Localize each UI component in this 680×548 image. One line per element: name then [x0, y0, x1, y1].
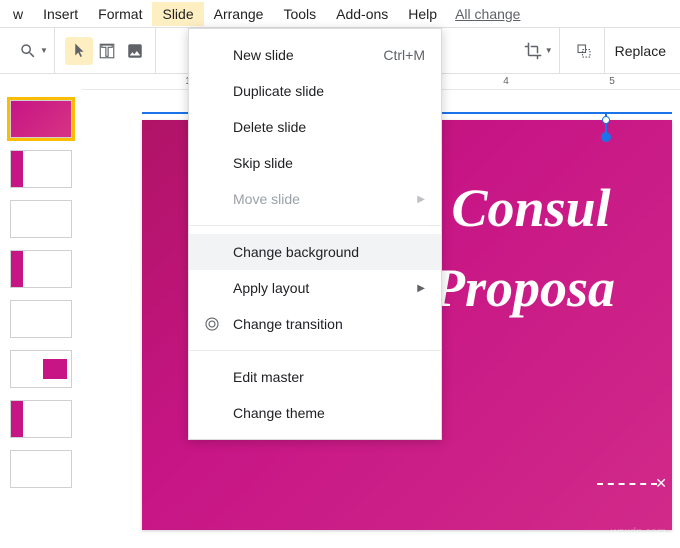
slide-title-line2[interactable]: Proposa — [432, 255, 615, 323]
menu-label: Delete slide — [233, 119, 306, 135]
slide-thumbnails — [0, 90, 82, 548]
ruler-mark: 4 — [503, 76, 509, 87]
zoom-icon[interactable] — [14, 37, 42, 65]
caret-down-icon[interactable]: ▼ — [40, 46, 48, 55]
image-tool-icon[interactable] — [121, 37, 149, 65]
menu-arrange[interactable]: Arrange — [204, 2, 274, 26]
slide-thumb-2[interactable] — [10, 150, 72, 188]
slide-thumb-6[interactable] — [10, 350, 72, 388]
menu-addons[interactable]: Add-ons — [326, 2, 398, 26]
dashed-line — [597, 483, 657, 485]
ruler-mark: 5 — [609, 76, 615, 87]
slide-thumb-1[interactable] — [10, 100, 72, 138]
slide-thumb-7[interactable] — [10, 400, 72, 438]
crop-tool-icon[interactable] — [519, 37, 547, 65]
menu-label: New slide — [233, 47, 294, 63]
menu-label: Change theme — [233, 405, 325, 421]
menu-skip-slide[interactable]: Skip slide — [189, 145, 441, 181]
menu-help[interactable]: Help — [398, 2, 447, 26]
menu-insert[interactable]: Insert — [33, 2, 88, 26]
menu-new-slide[interactable]: New slide Ctrl+M — [189, 37, 441, 73]
menu-delete-slide[interactable]: Delete slide — [189, 109, 441, 145]
menu-label: Move slide — [233, 191, 300, 207]
select-tool-icon[interactable] — [65, 37, 93, 65]
submenu-arrow-icon: ▶ — [417, 283, 425, 294]
menu-label: Change transition — [233, 316, 343, 332]
menu-separator — [189, 225, 441, 226]
mask-tool-icon[interactable] — [570, 37, 598, 65]
menu-label: Apply layout — [233, 280, 309, 296]
menu-label: Edit master — [233, 369, 304, 385]
selection-handle[interactable] — [602, 116, 610, 124]
submenu-arrow-icon: ▶ — [417, 194, 425, 205]
watermark: wsxdn.com — [611, 526, 666, 538]
close-x-icon[interactable]: ✕ — [655, 475, 667, 492]
menu-shortcut: Ctrl+M — [383, 47, 425, 63]
menu-label: Change background — [233, 244, 359, 260]
slide-thumb-8[interactable] — [10, 450, 72, 488]
menu-change-background[interactable]: Change background — [189, 234, 441, 270]
slide-menu-dropdown: New slide Ctrl+M Duplicate slide Delete … — [188, 28, 442, 440]
menu-format[interactable]: Format — [88, 2, 152, 26]
textbox-tool-icon[interactable] — [93, 37, 121, 65]
changes-saved-link[interactable]: All change — [455, 6, 520, 22]
transition-icon — [203, 315, 221, 333]
menu-move-slide: Move slide ▶ — [189, 181, 441, 217]
menubar: w Insert Format Slide Arrange Tools Add-… — [0, 0, 680, 28]
slide-thumb-3[interactable] — [10, 200, 72, 238]
menu-change-transition[interactable]: Change transition — [189, 306, 441, 342]
menu-view[interactable]: w — [3, 2, 33, 26]
slide-thumb-4[interactable] — [10, 250, 72, 288]
menu-tools[interactable]: Tools — [273, 2, 326, 26]
menu-separator — [189, 350, 441, 351]
menu-apply-layout[interactable]: Apply layout ▶ — [189, 270, 441, 306]
menu-label: Skip slide — [233, 155, 293, 171]
menu-change-theme[interactable]: Change theme — [189, 395, 441, 431]
rotate-handle[interactable] — [601, 132, 611, 142]
menu-slide[interactable]: Slide — [152, 2, 203, 26]
caret-down-icon[interactable]: ▼ — [545, 46, 553, 55]
replace-button[interactable]: Replace — [609, 43, 672, 59]
menu-duplicate-slide[interactable]: Duplicate slide — [189, 73, 441, 109]
slide-thumb-5[interactable] — [10, 300, 72, 338]
menu-label: Duplicate slide — [233, 83, 324, 99]
menu-edit-master[interactable]: Edit master — [189, 359, 441, 395]
